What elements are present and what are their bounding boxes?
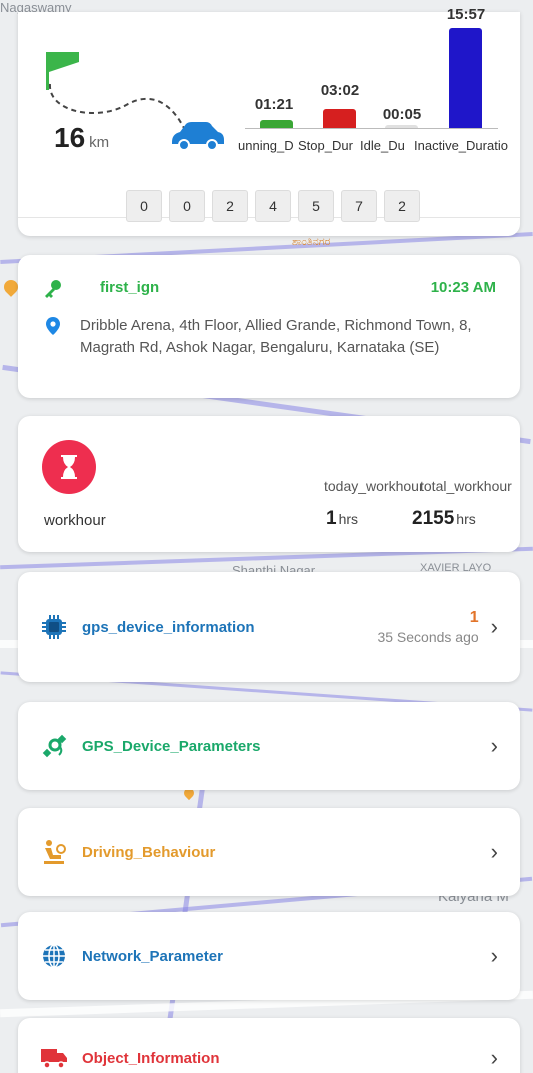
idle-duration-bar <box>385 125 418 128</box>
globe-icon <box>40 942 68 970</box>
menu-gps-device-parameters[interactable]: GPS_Device_Parameters › <box>18 702 520 790</box>
inactive-duration-label: Inactive_Duratio <box>414 138 508 153</box>
menu-gps-device-information[interactable]: gps_device_information 1 35 Seconds ago … <box>18 572 520 682</box>
chevron-right-icon: › <box>490 943 498 968</box>
workhour-titles: today_workhour total_workhour <box>324 478 520 498</box>
hourglass-icon <box>42 440 96 494</box>
chevron-right-icon: › <box>490 839 498 864</box>
chip-icon <box>40 613 68 641</box>
total-workhour-value: 2155 <box>412 508 455 529</box>
truck-icon <box>40 1044 68 1072</box>
today-workhour-title: today_workhour <box>324 478 424 494</box>
stop-duration-value: 03:02 <box>320 82 360 99</box>
menu-label: Object_Information <box>82 1049 220 1067</box>
ignition-address: Dribble Arena, 4th Floor, Allied Grande,… <box>80 317 472 356</box>
stop-duration-bar <box>323 109 356 128</box>
idle-duration-value: 00:05 <box>382 106 422 123</box>
car-icon <box>172 122 224 151</box>
map-label: ಶಾಂತಿನಗರ <box>292 236 331 248</box>
menu-label: Driving_Behaviour <box>82 843 216 861</box>
chevron-right-icon: › <box>490 733 498 758</box>
ignition-card[interactable]: first_ign 10:23 AM Dribble Arena, 4th Fl… <box>18 255 520 398</box>
today-workhour: 1 hrs <box>326 508 358 530</box>
location-pin-icon <box>46 317 60 335</box>
menu-label: gps_device_information <box>82 618 255 636</box>
trip-distance: 16 km <box>54 122 109 154</box>
odometer-digit: 5 <box>298 190 334 222</box>
stop-duration-label: Stop_Dur <box>298 138 353 153</box>
odometer-digit: 0 <box>126 190 162 222</box>
chevron-right-icon: › <box>490 614 498 639</box>
today-workhour-unit: hrs <box>338 511 359 527</box>
distance-value: 16 <box>54 122 86 153</box>
odometer-digit: 4 <box>255 190 291 222</box>
total-workhour-title: total_workhour <box>420 478 512 494</box>
driver-seat-icon <box>40 838 68 866</box>
duration-chart-axis <box>245 128 498 129</box>
menu-network-parameter[interactable]: Network_Parameter › <box>18 912 520 1000</box>
workhour-label: workhour <box>44 512 106 529</box>
menu-object-information[interactable]: Object_Information › <box>18 1018 520 1073</box>
running-duration-label: unning_D <box>238 138 294 153</box>
running-duration-value: 01:21 <box>254 96 294 113</box>
idle-duration-label: Idle_Du <box>360 138 405 153</box>
gps-info-meta: 1 35 Seconds ago <box>377 609 478 645</box>
key-icon <box>45 280 61 298</box>
workhour-card[interactable]: workhour today_workhour total_workhour 1… <box>18 416 520 552</box>
gps-info-last-updated: 35 Seconds ago <box>377 629 479 645</box>
ignition-time: 10:23 AM <box>430 279 496 296</box>
running-duration-bar <box>260 120 293 128</box>
ignition-title: first_ign <box>100 279 160 296</box>
distance-unit: km <box>89 134 110 151</box>
satellite-icon <box>40 732 68 760</box>
odometer-digit: 2 <box>212 190 248 222</box>
menu-driving-behaviour[interactable]: Driving_Behaviour › <box>18 808 520 896</box>
total-workhour-unit: hrs <box>456 511 476 527</box>
inactive-duration-bar <box>449 28 482 128</box>
chevron-right-icon: › <box>490 1045 498 1070</box>
odometer-digit: 0 <box>169 190 205 222</box>
menu-label: GPS_Device_Parameters <box>82 737 261 755</box>
odometer-digit: 7 <box>341 190 377 222</box>
inactive-duration-value: 15:57 <box>446 6 486 23</box>
duration-labels: unning_D Stop_Dur Idle_Du Inactive_Durat… <box>238 136 520 156</box>
menu-label: Network_Parameter <box>82 947 223 965</box>
odometer-digit: 2 <box>384 190 420 222</box>
odometer: 0 0 2 4 5 7 2 <box>126 190 420 222</box>
trip-summary-card: 16 km 01:21 03:02 00:05 15:57 unning_D St… <box>18 6 520 236</box>
today-workhour-value: 1 <box>326 508 337 529</box>
total-workhour: 2155 hrs <box>412 508 476 530</box>
gps-info-count: 1 <box>469 609 479 626</box>
